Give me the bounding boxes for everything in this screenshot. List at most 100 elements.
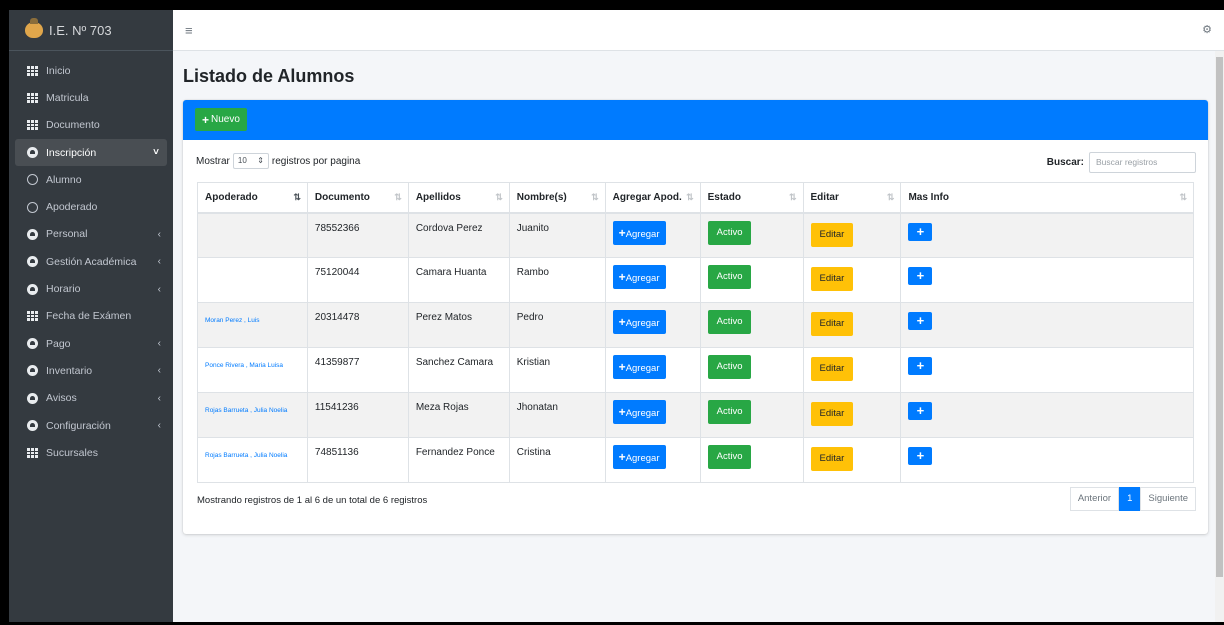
mas-info-button[interactable]: + [908, 312, 933, 330]
agregar-apoderado-cell: +Agregar [604, 212, 701, 258]
sidebar-item-inscripcion[interactable]: Inscripción ˅ [15, 138, 167, 167]
editar-button[interactable]: Editar [810, 357, 854, 381]
estado-label: Activo [716, 361, 743, 372]
editar-cell: Editar [802, 347, 902, 393]
estado-cell: Activo [699, 302, 804, 348]
mas-info-button[interactable]: + [908, 357, 933, 375]
search-label: Buscar: [1046, 157, 1084, 168]
agregar-apoderado-button[interactable]: +Agregar [612, 220, 666, 245]
editar-button[interactable]: Editar [810, 267, 854, 291]
page-title: Listado de Alumnos [183, 66, 355, 86]
sidebar-item-inicio[interactable]: Inicio [9, 57, 173, 84]
estado-button[interactable]: Activo [707, 445, 752, 469]
page-size-value: 10 [237, 156, 247, 165]
hamburger-menu-icon[interactable]: ≡ [185, 23, 193, 38]
mas-info-button[interactable]: + [908, 222, 933, 241]
table-row: Rojas Barrueta , Julia Noelia 74851136 Fer… [197, 437, 1194, 483]
table-body: 78552366 Cordova Perez Juanito +Agregar Acti… [197, 212, 1194, 483]
apellidos-cell: Sanchez Camara [407, 347, 510, 393]
column-header[interactable]: Apoderado ⇅ [197, 182, 308, 214]
sidebar-item-sucursales[interactable]: Sucursales [9, 439, 173, 466]
apoderado-link[interactable]: Rojas Barrueta , Julia Noelia [197, 392, 308, 438]
agregar-apoderado-button[interactable]: +Agregar [612, 355, 666, 379]
estado-button[interactable]: Activo [707, 355, 752, 379]
show-suffix: registros por pagina [271, 155, 361, 167]
sidebar-item-personal[interactable]: Personal ‹ [9, 221, 173, 248]
chevron-down-icon: ˅ [153, 147, 159, 159]
sidebar-item-alumno[interactable]: Alumno [9, 166, 173, 193]
column-header[interactable]: Documento ⇅ [306, 182, 409, 214]
column-header-label: Documento [314, 191, 370, 203]
editar-button[interactable]: Editar [810, 312, 854, 336]
select-arrows-icon: ⇕ [257, 156, 264, 165]
estado-button[interactable]: Activo [707, 265, 752, 289]
sidebar-item-gestion-academica[interactable]: Gestión Académica ‹ [9, 248, 173, 275]
editar-button[interactable]: Editar [810, 447, 854, 471]
apellidos-cell: Meza Rojas [407, 392, 510, 438]
editar-button[interactable]: Editar [810, 222, 854, 247]
agregar-apoderado-button[interactable]: +Agregar [612, 265, 666, 289]
sidebar-item-documento[interactable]: Documento [9, 112, 173, 139]
apoderado-link[interactable]: Moran Perez , Luis [197, 302, 308, 348]
sidebar-item-matricula[interactable]: Matricula [9, 84, 173, 111]
column-header-label: Agregar Apod. [612, 191, 682, 203]
sidebar-item-label: Alumno [46, 173, 82, 186]
apoderado-link[interactable] [197, 257, 308, 303]
apoderado-link[interactable]: Rojas Barrueta , Julia Noelia [197, 437, 308, 483]
editar-label: Editar [819, 228, 845, 240]
column-header[interactable]: Nombre(s) ⇅ [508, 182, 606, 214]
sidebar-item-avisos[interactable]: Avisos ‹ [9, 385, 173, 412]
editar-button[interactable]: Editar [810, 402, 854, 426]
estado-button[interactable]: Activo [707, 220, 752, 245]
agregar-apoderado-button[interactable]: +Agregar [612, 310, 666, 334]
table-row: 78552366 Cordova Perez Juanito +Agregar Acti… [197, 212, 1194, 258]
sidebar-item-inventario[interactable]: Inventario ‹ [9, 357, 173, 384]
mas-info-cell: + [900, 302, 1194, 348]
column-header[interactable]: Estado ⇅ [699, 182, 804, 214]
estado-button[interactable]: Activo [707, 400, 752, 424]
column-header[interactable]: Apellidos ⇅ [407, 182, 510, 214]
agregar-apoderado-button[interactable]: +Agregar [612, 400, 666, 424]
table-row: Rojas Barrueta , Julia Noelia 11541236 Mez… [197, 392, 1194, 438]
documento-cell: 75120044 [306, 257, 409, 303]
show-prefix: Mostrar [196, 155, 230, 167]
estado-button[interactable]: Activo [707, 310, 752, 334]
next-page-button[interactable]: Siguiente [1140, 487, 1196, 511]
dashboard-icon [27, 420, 38, 431]
school-logo-icon [25, 18, 43, 38]
column-header[interactable]: Editar ⇅ [802, 182, 902, 214]
page-1-button[interactable]: 1 [1119, 487, 1141, 511]
sort-arrows-icon: ⇅ [886, 192, 895, 202]
mas-info-button[interactable]: + [908, 267, 933, 285]
search-input[interactable]: Buscar registros [1089, 152, 1196, 173]
mas-info-button[interactable]: + [908, 447, 933, 465]
page-scrollbar[interactable] [1215, 51, 1224, 622]
sort-arrows-icon: ⇅ [788, 192, 797, 202]
column-header[interactable]: Mas Info ⇅ [900, 182, 1194, 214]
settings-gears-icon[interactable]: ⚙ [1202, 23, 1212, 36]
sidebar-item-fecha-de-examen[interactable]: Fecha de Exámen [9, 303, 173, 330]
prev-page-button[interactable]: Anterior [1069, 487, 1120, 511]
sort-arrows-icon: ⇅ [591, 192, 599, 202]
sidebar-item-apoderado[interactable]: Apoderado [9, 193, 173, 220]
column-header[interactable]: Agregar Apod. ⇅ [604, 182, 701, 214]
editar-label: Editar [819, 453, 845, 464]
chevron-left-icon: ‹ [157, 338, 161, 350]
circle-icon [27, 174, 38, 186]
mas-info-button[interactable]: + [908, 402, 933, 420]
agregar-apoderado-button[interactable]: +Agregar [612, 445, 666, 469]
page-size-select[interactable]: 10 ⇕ [232, 153, 269, 169]
table-header-row: Apoderado ⇅ Documento ⇅ Apellidos ⇅ Nombre(s) ⇅… [197, 182, 1194, 214]
sidebar-item-configuracion[interactable]: Configuración ‹ [9, 412, 173, 439]
sidebar-item-label: Personal [46, 228, 88, 241]
sidebar-item-horario[interactable]: Horario ‹ [9, 275, 173, 302]
apoderado-link[interactable]: Ponce Rivera , Maria Luisa [197, 347, 308, 393]
new-button[interactable]: + Nuevo [195, 108, 247, 131]
scrollbar-thumb[interactable] [1216, 57, 1223, 577]
apoderado-link[interactable] [197, 212, 308, 258]
estado-cell: Activo [699, 257, 804, 303]
sidebar-item-label: Inscripción [46, 146, 97, 159]
sidebar-item-pago[interactable]: Pago ‹ [9, 330, 173, 357]
agregar-apoderado-cell: +Agregar [604, 392, 701, 438]
brand[interactable]: I.E. Nº 703 [9, 10, 173, 51]
